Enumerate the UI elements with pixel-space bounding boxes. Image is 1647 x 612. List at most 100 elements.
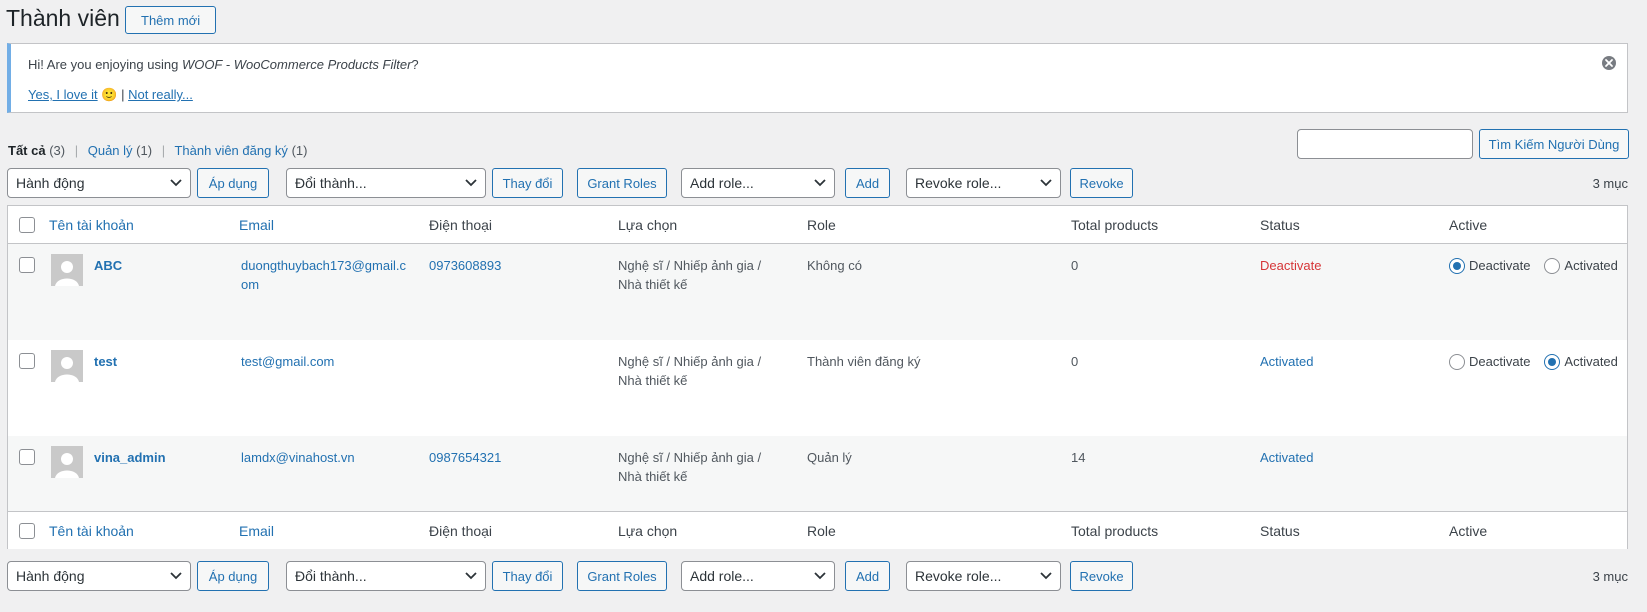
search-users-button[interactable]: Tìm Kiếm Người Dùng xyxy=(1479,129,1629,159)
add-role-value: Add role... xyxy=(690,568,754,584)
column-email[interactable]: Email xyxy=(239,523,274,539)
user-search-input[interactable] xyxy=(1297,129,1473,159)
chevron-down-icon xyxy=(170,572,182,580)
column-status: Status xyxy=(1260,523,1300,539)
revoke-button[interactable]: Revoke xyxy=(1070,561,1133,591)
revoke-role-select[interactable]: Revoke role... xyxy=(906,561,1061,591)
view-admin-count: (1) xyxy=(136,143,153,158)
active-radio-group: Deactivate Activated xyxy=(1449,352,1618,371)
user-email[interactable]: lamdx@vinahost.vn xyxy=(241,448,355,467)
column-phone: Điện thoại xyxy=(429,523,493,539)
add-role-button[interactable]: Add xyxy=(845,561,890,591)
notice-links: Yes, I love it 🙂 | Not really... xyxy=(28,87,193,103)
bulk-action-select[interactable]: Hành động xyxy=(7,168,191,198)
change-role-value: Đổi thành... xyxy=(295,568,367,584)
avatar xyxy=(51,350,83,382)
column-email[interactable]: Email xyxy=(239,217,274,233)
activated-radio[interactable] xyxy=(1544,353,1561,370)
chevron-down-icon xyxy=(1040,179,1052,187)
table-row: test test@gmail.com Nghệ sĩ / Nhiếp ảnh … xyxy=(8,340,1627,436)
activated-radio-label: Activated xyxy=(1564,258,1618,273)
notice-text-prefix: Hi! Are you enjoying using xyxy=(28,57,182,72)
change-button[interactable]: Thay đổi xyxy=(492,561,563,591)
revoke-role-select[interactable]: Revoke role... xyxy=(906,168,1061,198)
revoke-role-value: Revoke role... xyxy=(915,568,1002,584)
chevron-down-icon xyxy=(465,572,477,580)
user-role: Thành viên đăng ký xyxy=(807,354,921,369)
column-choice: Lựa chọn xyxy=(618,217,678,233)
user-email[interactable]: duongthuybach173@gmail.c om xyxy=(241,256,406,294)
grant-roles-button[interactable]: Grant Roles xyxy=(577,168,667,198)
deactivate-radio[interactable] xyxy=(1449,257,1465,274)
default-avatar-icon xyxy=(51,350,83,382)
user-email-line1: duongthuybach173@gmail.c xyxy=(241,258,406,273)
revoke-button[interactable]: Revoke xyxy=(1070,168,1133,198)
active-radio-group: Deactivate Activated xyxy=(1449,256,1618,275)
user-email-line2: om xyxy=(241,277,260,292)
change-role-value: Đổi thành... xyxy=(295,175,367,191)
user-phone[interactable]: 0987654321 xyxy=(429,448,501,467)
column-total-products: Total products xyxy=(1071,217,1159,233)
bulk-action-value: Hành động xyxy=(16,175,85,191)
deactivate-radio-label: Deactivate xyxy=(1469,258,1531,273)
deactivate-radio-label: Deactivate xyxy=(1469,354,1531,369)
notice-yes-link[interactable]: Yes, I love it xyxy=(28,87,98,102)
table-header-row: Tên tài khoản Email Điện thoại Lựa chọn … xyxy=(8,206,1627,244)
row-checkbox[interactable] xyxy=(19,353,35,369)
avatar xyxy=(51,254,83,286)
column-role: Role xyxy=(807,523,836,539)
add-role-select[interactable]: Add role... xyxy=(681,168,835,198)
bulk-action-select[interactable]: Hành động xyxy=(7,561,191,591)
add-role-select[interactable]: Add role... xyxy=(681,561,835,591)
table-row: vina_admin lamdx@vinahost.vn 0987654321 … xyxy=(8,436,1627,511)
change-button[interactable]: Thay đổi xyxy=(492,168,563,198)
column-active: Active xyxy=(1449,217,1488,233)
notice-no-link[interactable]: Not really... xyxy=(128,87,193,102)
view-admin[interactable]: Quản lý xyxy=(88,143,133,158)
apply-button[interactable]: Áp dụng xyxy=(197,168,269,198)
notice-plugin-name: WOOF - WooCommerce Products Filter xyxy=(181,57,412,72)
notice-text-suffix: ? xyxy=(411,57,419,72)
views-separator: | xyxy=(161,143,166,158)
user-status: Activated xyxy=(1260,354,1314,369)
column-role: Role xyxy=(807,217,836,233)
select-all-checkbox[interactable] xyxy=(19,523,35,539)
user-choice: Nghệ sĩ / Nhiếp ảnh gia / Nhà thiết kế xyxy=(618,256,761,294)
deactivate-radio[interactable] xyxy=(1449,353,1465,370)
username-link[interactable]: vina_admin xyxy=(94,448,166,467)
user-role: Quản lý xyxy=(807,450,852,465)
close-icon[interactable] xyxy=(1601,55,1617,71)
add-new-button[interactable]: Thêm mới xyxy=(125,6,217,34)
column-active: Active xyxy=(1449,523,1488,539)
add-role-button[interactable]: Add xyxy=(845,168,890,198)
change-role-select[interactable]: Đổi thành... xyxy=(286,561,486,591)
users-table: Tên tài khoản Email Điện thoại Lựa chọn … xyxy=(7,205,1628,549)
change-role-select[interactable]: Đổi thành... xyxy=(286,168,486,198)
user-total-products: 0 xyxy=(1071,258,1079,273)
user-choice-line1: Nghệ sĩ / Nhiếp ảnh gia / xyxy=(618,450,762,465)
column-username[interactable]: Tên tài khoản xyxy=(49,217,134,233)
column-username[interactable]: Tên tài khoản xyxy=(49,523,134,539)
user-views: Tất cả (3) | Quản lý (1) | Thành viên đă… xyxy=(8,143,307,158)
tablenav-bottom: Hành động Áp dụng Đổi thành... Thay đổi … xyxy=(0,561,1647,591)
username-link[interactable]: test xyxy=(94,352,117,371)
table-footer-row: Tên tài khoản Email Điện thoại Lựa chọn … xyxy=(8,511,1627,549)
view-all-count: (3) xyxy=(49,143,66,158)
view-all[interactable]: Tất cả xyxy=(8,143,46,158)
view-subscriber-count: (1) xyxy=(291,143,308,158)
row-checkbox[interactable] xyxy=(19,449,35,465)
view-subscriber[interactable]: Thành viên đăng ký xyxy=(174,143,287,158)
user-email[interactable]: test@gmail.com xyxy=(241,352,334,371)
user-choice-line2: Nhà thiết kế xyxy=(618,277,688,292)
user-role: Không có xyxy=(807,258,862,273)
views-separator: | xyxy=(74,143,79,158)
table-row: ABC duongthuybach173@gmail.c om 097360889… xyxy=(8,244,1627,340)
grant-roles-button[interactable]: Grant Roles xyxy=(577,561,667,591)
user-phone[interactable]: 0973608893 xyxy=(429,256,501,275)
select-all-checkbox[interactable] xyxy=(19,217,35,233)
activated-radio[interactable] xyxy=(1544,257,1561,274)
row-checkbox[interactable] xyxy=(19,257,35,273)
apply-button[interactable]: Áp dụng xyxy=(197,561,269,591)
chevron-down-icon xyxy=(1040,572,1052,580)
username-link[interactable]: ABC xyxy=(94,256,122,275)
